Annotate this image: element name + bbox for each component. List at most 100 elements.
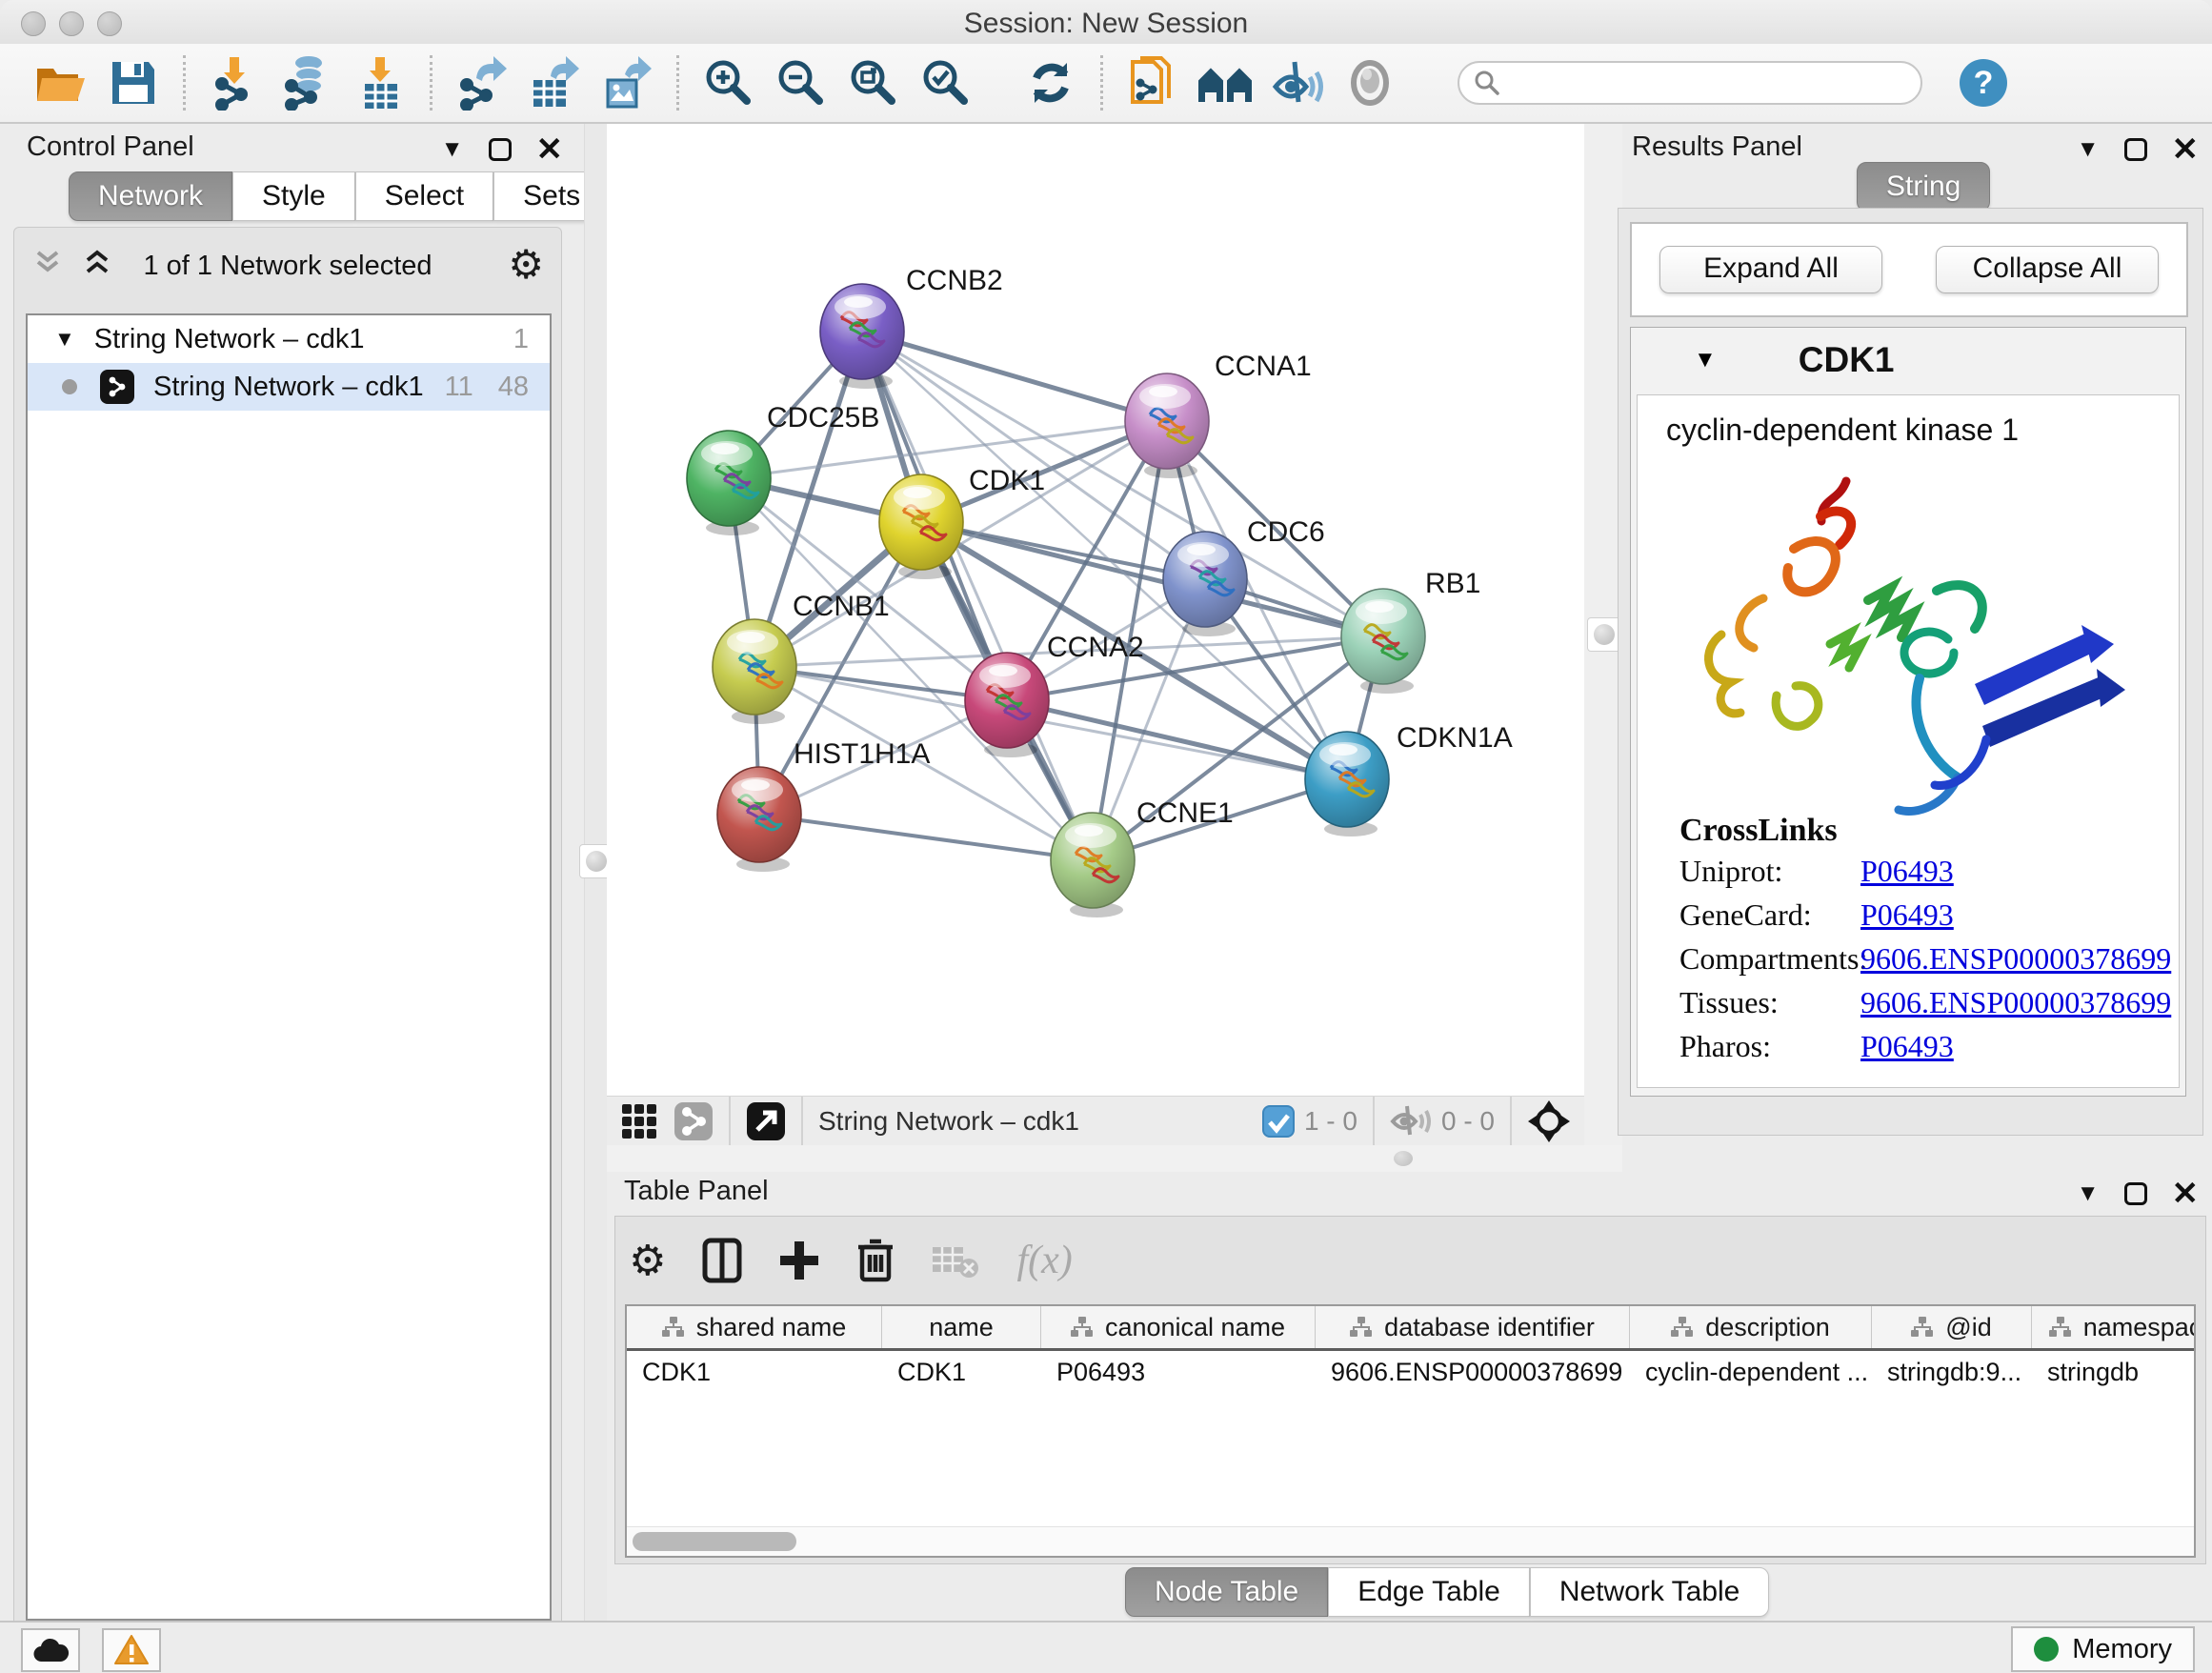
crosslink-link[interactable]: P06493 xyxy=(1860,1029,1954,1064)
network-node-CDC25B[interactable] xyxy=(687,431,771,535)
tab-network[interactable]: Network xyxy=(69,171,232,221)
network-options-gear-icon[interactable]: ⚙ xyxy=(508,241,544,288)
network-node-CCNA1[interactable] xyxy=(1125,373,1209,478)
string-home-button[interactable] xyxy=(1189,51,1261,114)
tab-node-table[interactable]: Node Table xyxy=(1125,1567,1328,1617)
close-panel-icon[interactable]: ✕ xyxy=(536,133,564,166)
network-edge[interactable] xyxy=(862,332,1167,421)
table-cell[interactable]: P06493 xyxy=(1041,1351,1316,1393)
left-splitter[interactable] xyxy=(584,124,608,1621)
search-input[interactable] xyxy=(1458,61,1922,105)
table-cell[interactable]: CDK1 xyxy=(627,1351,882,1393)
column-header-@id[interactable]: @id xyxy=(1872,1306,2032,1348)
warnings-button[interactable] xyxy=(102,1628,161,1672)
table-cell[interactable]: stringdb xyxy=(2032,1351,2196,1393)
export-image-button[interactable] xyxy=(591,51,663,114)
splitter-handle[interactable] xyxy=(1394,1151,1413,1166)
crosslink-link[interactable]: 9606.ENSP00000378699 xyxy=(1860,941,2171,977)
memory-button[interactable]: Memory xyxy=(2011,1626,2195,1672)
right-splitter[interactable] xyxy=(1584,124,1622,1172)
export-network-button[interactable] xyxy=(446,51,518,114)
float-panel-icon[interactable]: ▼ xyxy=(2077,1182,2100,1205)
tab-style[interactable]: Style xyxy=(232,171,355,221)
table-cell[interactable]: cyclin-dependent ... xyxy=(1630,1351,1872,1393)
column-header-database-identifier[interactable]: database identifier xyxy=(1316,1306,1630,1348)
fit-selected-crosshair-icon[interactable] xyxy=(1527,1099,1571,1143)
node-label-HIST1H1A: HIST1H1A xyxy=(794,738,930,770)
open-session-button[interactable] xyxy=(25,51,97,114)
tab-select[interactable]: Select xyxy=(355,171,493,221)
tab-network-table[interactable]: Network Table xyxy=(1530,1567,1770,1617)
zoom-out-button[interactable] xyxy=(765,51,837,114)
network-node-CDKN1A[interactable] xyxy=(1305,732,1389,836)
show-columns-icon[interactable] xyxy=(702,1238,742,1283)
splitter-handle[interactable] xyxy=(1587,617,1621,652)
tab-string[interactable]: String xyxy=(1857,162,1990,212)
view-grid-icon[interactable] xyxy=(620,1102,658,1140)
table-horizontal-scrollbar[interactable] xyxy=(627,1526,2194,1556)
network-edge[interactable] xyxy=(1007,700,1347,779)
export-table-button[interactable] xyxy=(518,51,591,114)
network-node-HIST1H1A[interactable] xyxy=(717,767,801,872)
zoom-selected-button[interactable] xyxy=(910,51,982,114)
section-caret-icon[interactable]: ▼ xyxy=(1694,347,1717,373)
selected-nodes-checkbox-icon[interactable] xyxy=(1262,1105,1295,1138)
zoom-in-button[interactable] xyxy=(693,51,765,114)
help-button[interactable]: ? xyxy=(1947,51,2020,114)
add-column-icon[interactable] xyxy=(778,1240,820,1281)
table-row[interactable]: CDK1CDK1P064939606.ENSP00000378699cyclin… xyxy=(627,1351,2194,1393)
network-node-CCNA2[interactable] xyxy=(965,653,1049,757)
network-node-CCNB2[interactable] xyxy=(820,284,904,389)
column-header-shared-name[interactable]: shared name xyxy=(627,1306,882,1348)
table-options-gear-icon[interactable]: ⚙ xyxy=(629,1237,666,1285)
close-panel-icon[interactable]: ✕ xyxy=(2172,1178,2200,1210)
hidden-elements-eye-icon[interactable] xyxy=(1390,1104,1432,1139)
function-builder-button[interactable]: f(x) xyxy=(1016,1238,1072,1283)
scrollbar-thumb[interactable] xyxy=(633,1532,796,1551)
network-row[interactable]: String Network – cdk1 11 48 xyxy=(28,363,550,411)
collection-count: 1 xyxy=(513,324,529,355)
crosslink-link[interactable]: 9606.ENSP00000378699 xyxy=(1860,985,2171,1020)
network-edge[interactable] xyxy=(759,815,1093,860)
network-node-CCNB1[interactable] xyxy=(713,619,796,724)
refresh-view-button[interactable] xyxy=(1015,51,1087,114)
network-node-CCNE1[interactable] xyxy=(1051,813,1135,917)
copy-network-clipboard-button[interactable] xyxy=(1116,51,1189,114)
network-node-RB1[interactable] xyxy=(1341,589,1425,694)
open-in-new-window-icon[interactable] xyxy=(746,1101,786,1141)
network-collection-row[interactable]: ▼ String Network – cdk1 1 xyxy=(28,315,550,363)
toggle-graphics-details-button[interactable] xyxy=(1261,51,1334,114)
close-panel-icon[interactable]: ✕ xyxy=(2172,133,2200,166)
float-panel-icon[interactable]: ▼ xyxy=(441,138,464,161)
column-header-name[interactable]: name xyxy=(882,1306,1041,1348)
import-network-file-button[interactable] xyxy=(199,51,271,114)
share-view-icon[interactable] xyxy=(674,1101,714,1141)
collapse-all-button[interactable]: Collapse All xyxy=(1936,246,2159,293)
table-cell[interactable]: 9606.ENSP00000378699 xyxy=(1316,1351,1630,1393)
expand-all-button[interactable]: Expand All xyxy=(1659,246,1882,293)
save-session-button[interactable] xyxy=(97,51,170,114)
table-cell[interactable]: stringdb:9... xyxy=(1872,1351,2032,1393)
float-panel-icon[interactable]: ▼ xyxy=(2077,138,2100,161)
maximize-panel-icon[interactable] xyxy=(2124,138,2147,161)
table-cell[interactable]: CDK1 xyxy=(882,1351,1041,1393)
maximize-panel-icon[interactable] xyxy=(2124,1182,2147,1205)
import-table-file-button[interactable] xyxy=(344,51,416,114)
protein-section-header[interactable]: ▼ CDK1 xyxy=(1631,328,2185,393)
import-network-database-button[interactable] xyxy=(271,51,344,114)
tab-edge-table[interactable]: Edge Table xyxy=(1328,1567,1530,1617)
network-edge[interactable] xyxy=(862,332,1093,860)
network-canvas[interactable]: CCNB2CCNA1CDC25BCDK1CDC6RB1CCNB1CCNA2CDK… xyxy=(607,124,1584,1096)
maximize-panel-icon[interactable] xyxy=(489,138,512,161)
crosslink-link[interactable]: P06493 xyxy=(1860,854,1954,889)
tree-caret-icon[interactable]: ▼ xyxy=(54,327,75,352)
zoom-fit-button[interactable] xyxy=(837,51,910,114)
network-node-CDK1[interactable] xyxy=(879,474,963,579)
birds-eye-view-button[interactable] xyxy=(1334,51,1406,114)
crosslink-link[interactable]: P06493 xyxy=(1860,897,1954,933)
cloud-status-button[interactable] xyxy=(21,1628,80,1672)
delete-column-icon[interactable] xyxy=(856,1238,895,1283)
column-header-description[interactable]: description xyxy=(1630,1306,1872,1348)
column-header-canonical-name[interactable]: canonical name xyxy=(1041,1306,1316,1348)
column-header-namespace[interactable]: namespace xyxy=(2032,1306,2196,1348)
